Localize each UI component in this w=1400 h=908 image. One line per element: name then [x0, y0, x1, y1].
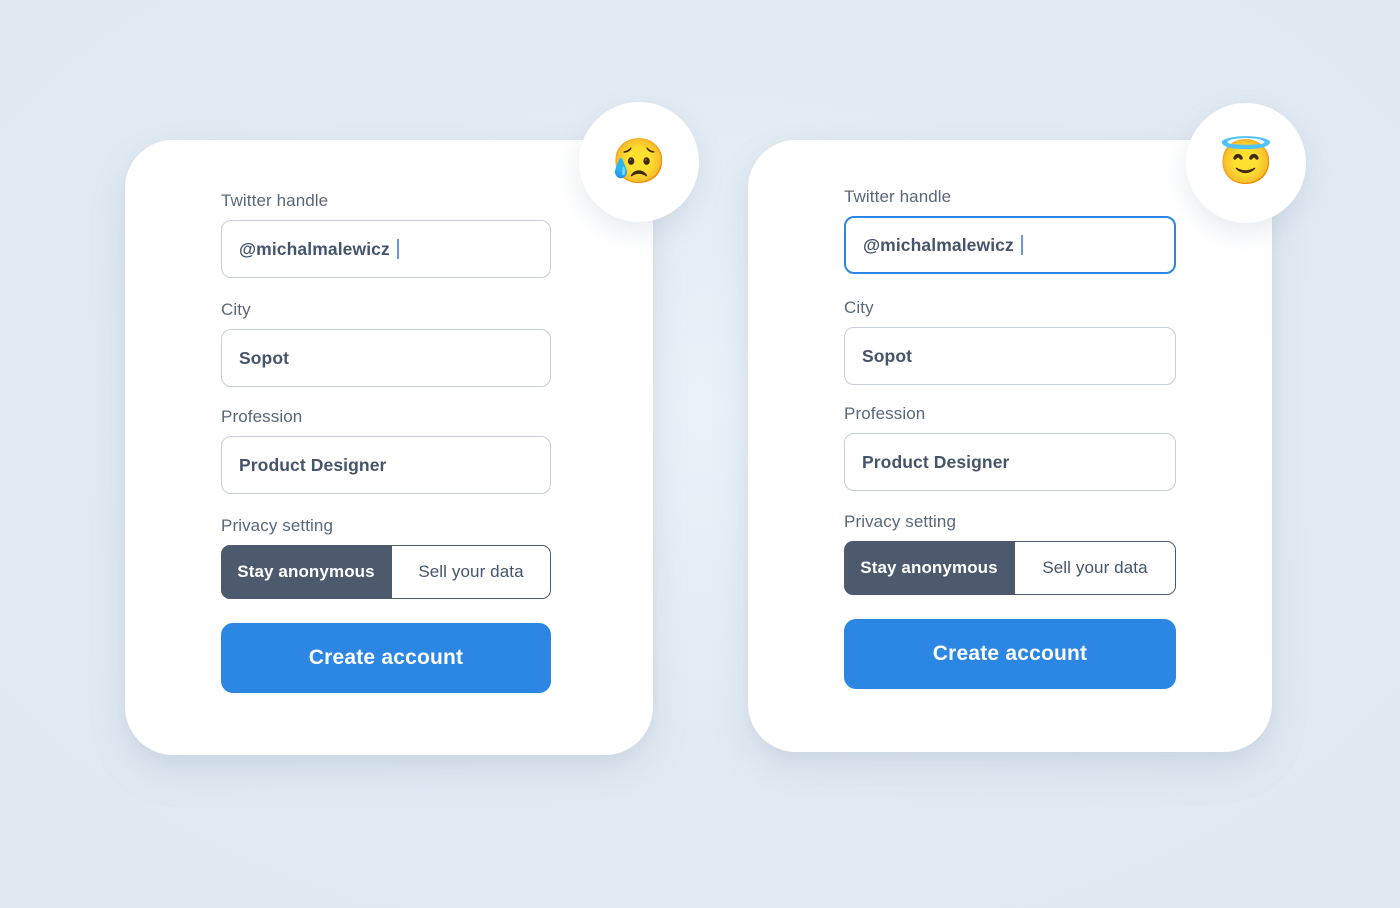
city-label: City [844, 298, 874, 317]
twitter-handle-value: @michalmalewicz [239, 238, 390, 259]
twitter-handle-field-after: Twitter handle @michalmalewicz [844, 186, 1176, 274]
privacy-setting-toggle[interactable]: Stay anonymous Sell your data [844, 541, 1176, 595]
comparison-stage: Twitter handle @michalmalewicz City Sopo… [0, 0, 1400, 908]
profession-value: Product Designer [239, 454, 387, 475]
card-content-after: Twitter handle @michalmalewicz City Sopo… [748, 140, 1272, 752]
city-input[interactable]: Sopot [844, 327, 1176, 385]
city-value: Sopot [862, 345, 913, 366]
twitter-handle-field-before: Twitter handle @michalmalewicz [221, 190, 551, 278]
twitter-handle-input[interactable]: @michalmalewicz [844, 216, 1176, 274]
privacy-setting-field-after: Privacy setting Stay anonymous Sell your… [844, 511, 1176, 595]
privacy-setting-field-before: Privacy setting Stay anonymous Sell your… [221, 515, 551, 599]
city-input[interactable]: Sopot [221, 329, 551, 387]
card-badge-after: 😇 [1186, 103, 1306, 223]
create-account-button[interactable]: Create account [844, 619, 1176, 689]
twitter-handle-value: @michalmalewicz [863, 234, 1014, 255]
profession-field-after: Profession Product Designer [844, 403, 1176, 491]
smiling-face-with-halo-emoji: 😇 [1218, 138, 1274, 187]
profession-value: Product Designer [862, 451, 1010, 472]
segment-stay-anonymous[interactable]: Stay anonymous [221, 545, 391, 599]
twitter-handle-label: Twitter handle [844, 187, 952, 206]
signup-card-before: Twitter handle @michalmalewicz City Sopo… [125, 140, 653, 755]
privacy-setting-label: Privacy setting [844, 512, 957, 531]
twitter-handle-input[interactable]: @michalmalewicz [221, 220, 551, 278]
sad-but-relieved-face-emoji: 😥 [611, 137, 667, 186]
profession-label: Profession [844, 404, 926, 423]
privacy-setting-label: Privacy setting [221, 516, 334, 535]
city-value: Sopot [239, 347, 290, 368]
text-caret [1020, 235, 1023, 255]
profession-input[interactable]: Product Designer [221, 436, 551, 494]
segment-sell-your-data[interactable]: Sell your data [391, 545, 551, 599]
privacy-setting-toggle[interactable]: Stay anonymous Sell your data [221, 545, 551, 599]
text-caret [396, 239, 399, 259]
city-label: City [221, 300, 251, 319]
city-field-before: City Sopot [221, 299, 551, 387]
card-content-before: Twitter handle @michalmalewicz City Sopo… [125, 140, 653, 755]
profession-field-before: Profession Product Designer [221, 406, 551, 494]
twitter-handle-label: Twitter handle [221, 191, 329, 210]
profession-label: Profession [221, 407, 303, 426]
segment-sell-your-data[interactable]: Sell your data [1014, 541, 1176, 595]
create-account-button[interactable]: Create account [221, 623, 551, 693]
segment-stay-anonymous[interactable]: Stay anonymous [844, 541, 1014, 595]
signup-card-after: Twitter handle @michalmalewicz City Sopo… [748, 140, 1272, 752]
card-badge-before: 😥 [579, 102, 699, 222]
profession-input[interactable]: Product Designer [844, 433, 1176, 491]
city-field-after: City Sopot [844, 297, 1176, 385]
